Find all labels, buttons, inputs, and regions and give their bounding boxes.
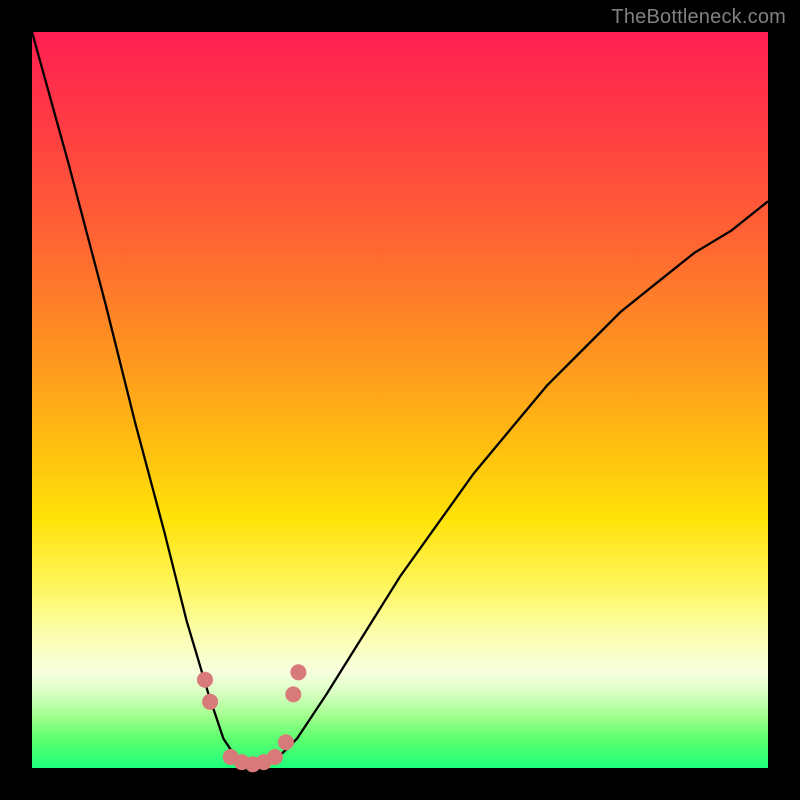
bottleneck-curve-svg	[32, 32, 768, 768]
curve-markers	[197, 664, 306, 772]
curve-marker	[197, 672, 213, 688]
curve-marker	[267, 749, 283, 765]
chart-frame: TheBottleneck.com	[0, 0, 800, 800]
bottleneck-curve-path	[32, 32, 768, 768]
watermark-text: TheBottleneck.com	[611, 6, 786, 29]
curve-marker	[285, 686, 301, 702]
curve-marker	[202, 694, 218, 710]
curve-marker	[290, 664, 306, 680]
curve-marker	[278, 734, 294, 750]
